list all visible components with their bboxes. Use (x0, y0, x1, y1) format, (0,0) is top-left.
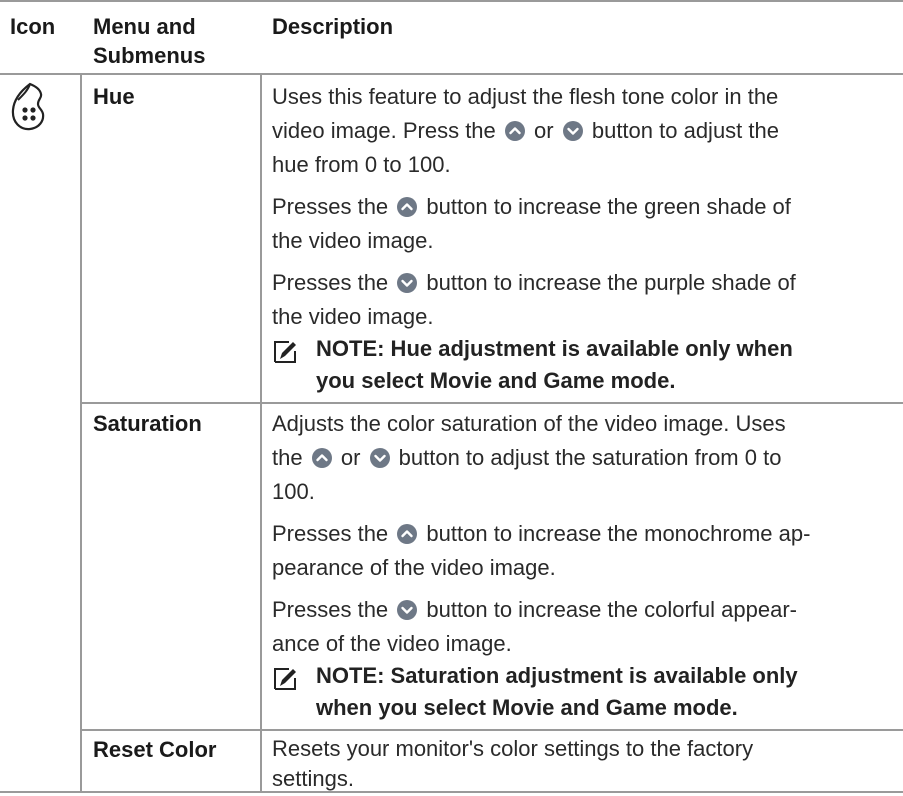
down-button-icon (562, 121, 583, 141)
note-pencil-icon (274, 668, 296, 690)
hue-desc-line1: Uses this feature to adjust the flesh to… (272, 84, 779, 109)
saturation-note-line1: NOTE: Saturation adjustment is available… (316, 663, 798, 688)
saturation-desc-line3: 100. (272, 479, 315, 504)
reset-desc-line1: Resets your monitor's color settings to … (272, 736, 754, 761)
header-description: Description (272, 14, 394, 39)
submenu-saturation: Saturation (93, 411, 202, 436)
submenu-reset-color: Reset Color (93, 737, 217, 762)
hue-purple-line1: Presses the button to increase the purpl… (272, 270, 796, 295)
hue-green-line1: Presses the button to increase the green… (272, 194, 791, 219)
hue-desc-line3: hue from 0 to 100. (272, 152, 451, 177)
hue-note-line2: you select Movie and Game mode. (316, 368, 676, 393)
down-button-icon (397, 600, 418, 620)
down-button-icon (397, 273, 418, 293)
hue-green-line2: the video image. (272, 228, 434, 253)
hue-note-line1: NOTE: Hue adjustment is available only w… (316, 336, 793, 361)
note-pencil-icon (274, 341, 296, 363)
up-button-icon (397, 524, 418, 544)
saturation-mono-line2: pearance of the video image. (272, 555, 556, 580)
submenu-hue: Hue (93, 84, 135, 109)
column-divider-left (80, 73, 82, 793)
saturation-colorful-line1: Presses the button to increase the color… (272, 597, 797, 622)
up-button-icon (397, 197, 418, 217)
color-palette-icon (11, 82, 45, 131)
hue-desc-line2: video image. Press the or button to adju… (272, 118, 779, 143)
column-divider-right (260, 73, 262, 793)
up-button-icon (311, 448, 332, 468)
header-icon: Icon (10, 14, 56, 39)
row-separator-hue (80, 402, 903, 404)
saturation-note-line2: when you select Movie and Game mode. (316, 695, 738, 720)
table-top-rule (0, 0, 903, 2)
header-rule (0, 73, 903, 75)
saturation-desc-line2: the or button to adjust the saturation f… (272, 445, 782, 470)
saturation-colorful-line2: ance of the video image. (272, 631, 512, 656)
saturation-desc-line1: Adjusts the color saturation of the vide… (272, 411, 786, 436)
saturation-mono-line1: Presses the button to increase the monoc… (272, 521, 811, 546)
header-menu: Menu and Submenus (93, 14, 206, 68)
row-separator-saturation (80, 729, 903, 731)
hue-purple-line2: the video image. (272, 304, 434, 329)
down-button-icon (369, 448, 390, 468)
up-button-icon (504, 121, 525, 141)
